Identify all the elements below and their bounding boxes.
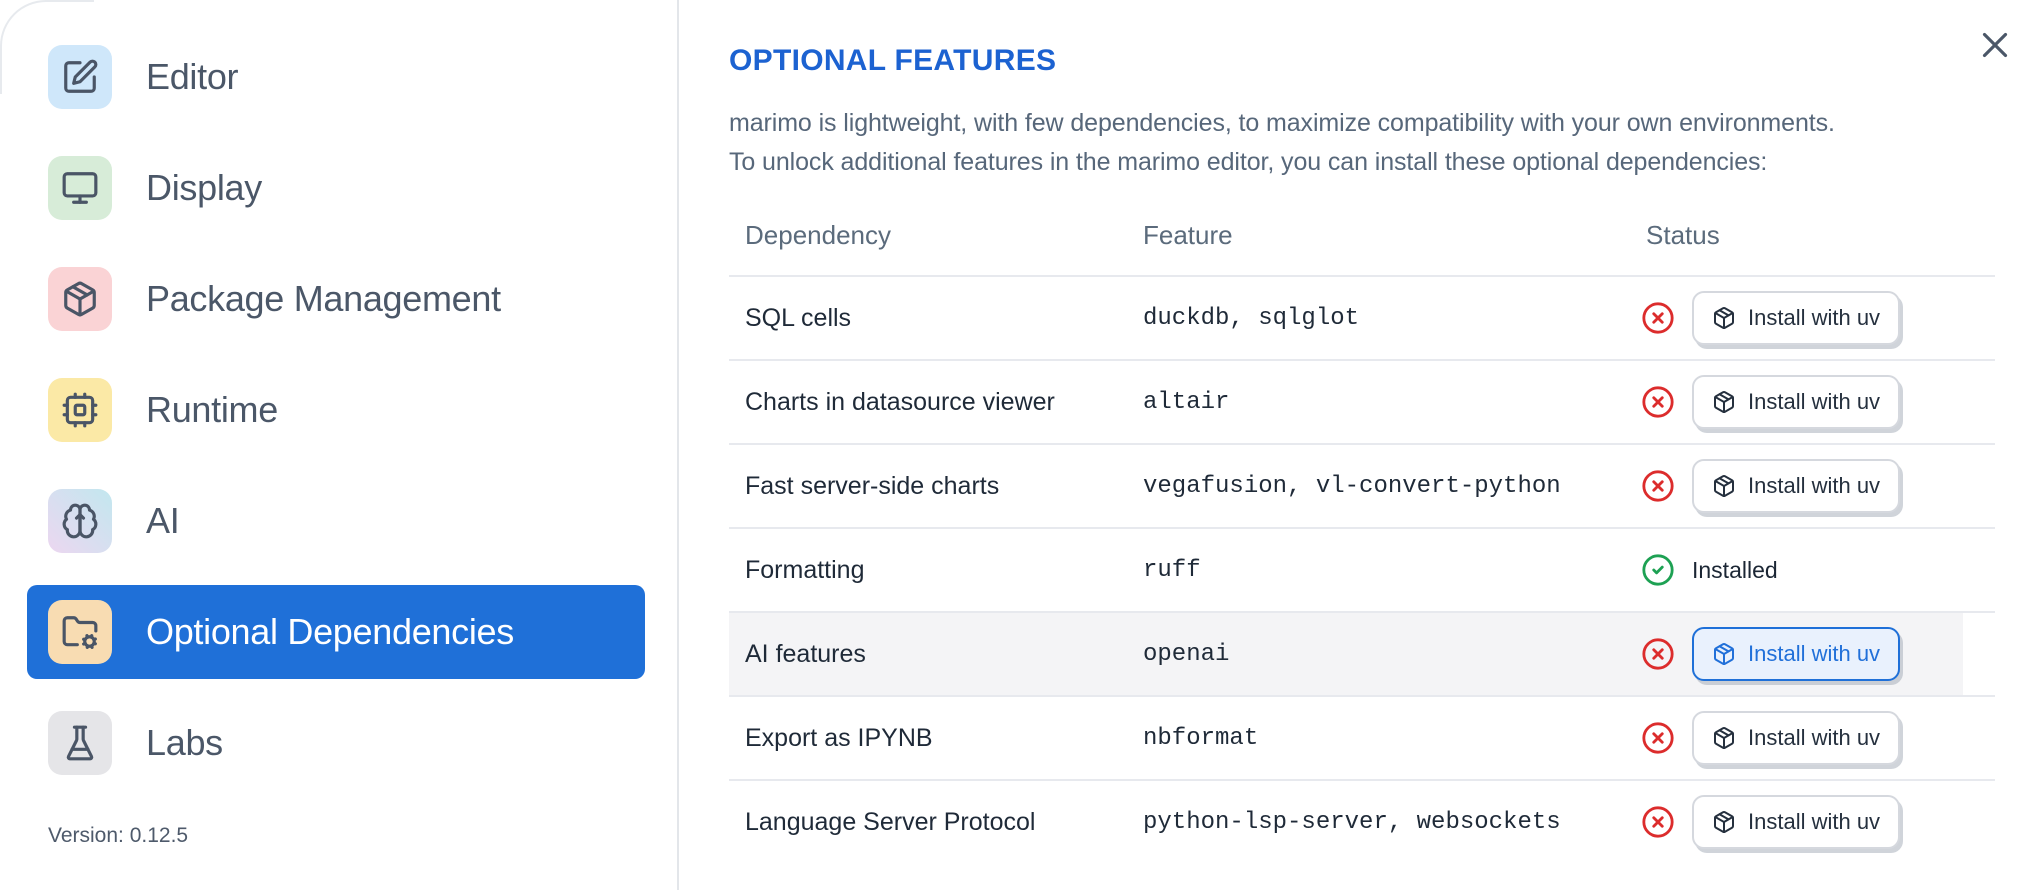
sidebar-nav: Editor Display Package Management Runtim…	[0, 0, 677, 790]
close-icon	[1974, 24, 2016, 66]
table-row-sql-cells: SQL cells duckdb, sqlglot Install with u…	[729, 275, 1995, 359]
package-icon	[1712, 642, 1736, 666]
labs-tile	[48, 711, 112, 775]
dependency-cell: Language Server Protocol	[745, 807, 1036, 836]
feature-cell: vegafusion, vl-convert-python	[1143, 472, 1561, 500]
sidebar-item-label: AI	[146, 500, 180, 541]
install-with-uv-button[interactable]: Install with uv	[1692, 291, 1901, 345]
package-management-tile	[48, 267, 112, 331]
table-row-fast-server-side-charts: Fast server-side charts vegafusion, vl-c…	[729, 443, 1995, 527]
flask-icon	[61, 724, 99, 762]
sidebar-item-label: Optional Dependencies	[146, 611, 514, 652]
package-icon	[1712, 474, 1736, 498]
status-cell: Install with uv	[1641, 627, 1995, 681]
close-button[interactable]	[1974, 24, 2016, 66]
page-title: OPTIONAL FEATURES	[729, 44, 1057, 77]
table-body: SQL cells duckdb, sqlglot Install with u…	[729, 275, 1995, 863]
dependencies-table: Dependency Feature Status SQL cells duck…	[729, 204, 1995, 863]
main-panel: OPTIONAL FEATURES marimo is lightweight,…	[679, 0, 2042, 890]
circle-x-icon	[1641, 721, 1675, 755]
sidebar-item-ai[interactable]: AI	[27, 474, 645, 568]
table-row-ai-features: AI features openai Install with uv	[729, 611, 1995, 695]
sidebar-item-runtime[interactable]: Runtime	[27, 363, 645, 457]
sidebar-item-editor[interactable]: Editor	[27, 30, 645, 124]
status-cell: Install with uv	[1641, 375, 1995, 429]
brain-icon	[61, 502, 99, 540]
install-button-label: Install with uv	[1748, 725, 1881, 750]
cpu-icon	[61, 391, 99, 429]
package-icon	[1712, 390, 1736, 414]
install-button-label: Install with uv	[1748, 389, 1881, 414]
status-cell: Installed	[1641, 553, 1995, 587]
feature-cell: duckdb, sqlglot	[1143, 304, 1360, 332]
install-with-uv-button[interactable]: Install with uv	[1692, 711, 1901, 765]
table-header-row: Dependency Feature Status	[729, 204, 1995, 275]
install-with-uv-button[interactable]: Install with uv	[1692, 627, 1901, 681]
circle-x-icon	[1641, 301, 1675, 335]
feature-cell: python-lsp-server, websockets	[1143, 808, 1561, 836]
feature-cell: ruff	[1143, 556, 1201, 584]
square-pen-icon	[61, 58, 99, 96]
installed-label: Installed	[1692, 556, 1778, 583]
page-description: marimo is lightweight, with few dependen…	[729, 104, 1995, 182]
dependency-cell: Fast server-side charts	[745, 471, 1000, 500]
circle-x-icon	[1641, 469, 1675, 503]
dependency-cell: Charts in datasource viewer	[745, 387, 1055, 416]
sidebar-item-label: Package Management	[146, 278, 501, 319]
dependency-cell: SQL cells	[745, 303, 852, 332]
status-cell: Install with uv	[1641, 291, 1995, 345]
feature-cell: openai	[1143, 640, 1230, 668]
dependency-cell: Formatting	[745, 555, 865, 584]
feature-cell: nbformat	[1143, 724, 1259, 752]
circle-check-icon	[1641, 553, 1675, 587]
status-cell: Install with uv	[1641, 459, 1995, 513]
sidebar-item-labs[interactable]: Labs	[27, 696, 645, 790]
table-row-export-as-ipynb: Export as IPYNB nbformat Install with uv	[729, 695, 1995, 779]
monitor-icon	[61, 169, 99, 207]
install-with-uv-button[interactable]: Install with uv	[1692, 459, 1901, 513]
column-header-status: Status	[1646, 220, 1720, 250]
install-button-label: Install with uv	[1748, 473, 1881, 498]
ai-tile	[48, 489, 112, 553]
sidebar-item-label: Editor	[146, 56, 239, 97]
optional-dependencies-tile	[48, 600, 112, 664]
sidebar-item-package-management[interactable]: Package Management	[27, 252, 645, 346]
description-line-1: marimo is lightweight, with few dependen…	[729, 109, 1835, 137]
editor-tile	[48, 45, 112, 109]
folder-cog-icon	[61, 613, 99, 651]
sidebar-item-optional-dependencies[interactable]: Optional Dependencies	[27, 585, 645, 679]
settings-dialog: Editor Display Package Management Runtim…	[0, 0, 2042, 890]
dependency-cell: Export as IPYNB	[745, 723, 933, 752]
package-icon	[1712, 726, 1736, 750]
description-line-2: To unlock additional features in the mar…	[729, 148, 1768, 176]
sidebar: Editor Display Package Management Runtim…	[0, 0, 679, 890]
install-button-label: Install with uv	[1748, 305, 1881, 330]
package-icon	[1712, 810, 1736, 834]
table-row-charts-in-datasource-viewer: Charts in datasource viewer altair Insta…	[729, 359, 1995, 443]
circle-x-icon	[1641, 637, 1675, 671]
runtime-tile	[48, 378, 112, 442]
display-tile	[48, 156, 112, 220]
dependency-cell: AI features	[745, 639, 866, 668]
feature-cell: altair	[1143, 388, 1230, 416]
sidebar-item-label: Runtime	[146, 389, 278, 430]
install-button-label: Install with uv	[1748, 641, 1881, 666]
sidebar-item-label: Labs	[146, 722, 223, 763]
circle-x-icon	[1641, 385, 1675, 419]
install-with-uv-button[interactable]: Install with uv	[1692, 795, 1901, 849]
package-icon	[61, 280, 99, 318]
status-cell: Install with uv	[1641, 795, 1995, 849]
table-row-language-server-protocol: Language Server Protocol python-lsp-serv…	[729, 779, 1995, 863]
install-with-uv-button[interactable]: Install with uv	[1692, 375, 1901, 429]
circle-x-icon	[1641, 805, 1675, 839]
sidebar-item-display[interactable]: Display	[27, 141, 645, 235]
sidebar-item-label: Display	[146, 167, 262, 208]
status-cell: Install with uv	[1641, 711, 1995, 765]
table-row-formatting: Formatting ruff Installed	[729, 527, 1995, 611]
column-header-dependency: Dependency	[745, 220, 891, 250]
version-label: Version: 0.12.5	[48, 824, 189, 847]
column-header-feature: Feature	[1143, 220, 1233, 250]
package-icon	[1712, 306, 1736, 330]
install-button-label: Install with uv	[1748, 809, 1881, 834]
